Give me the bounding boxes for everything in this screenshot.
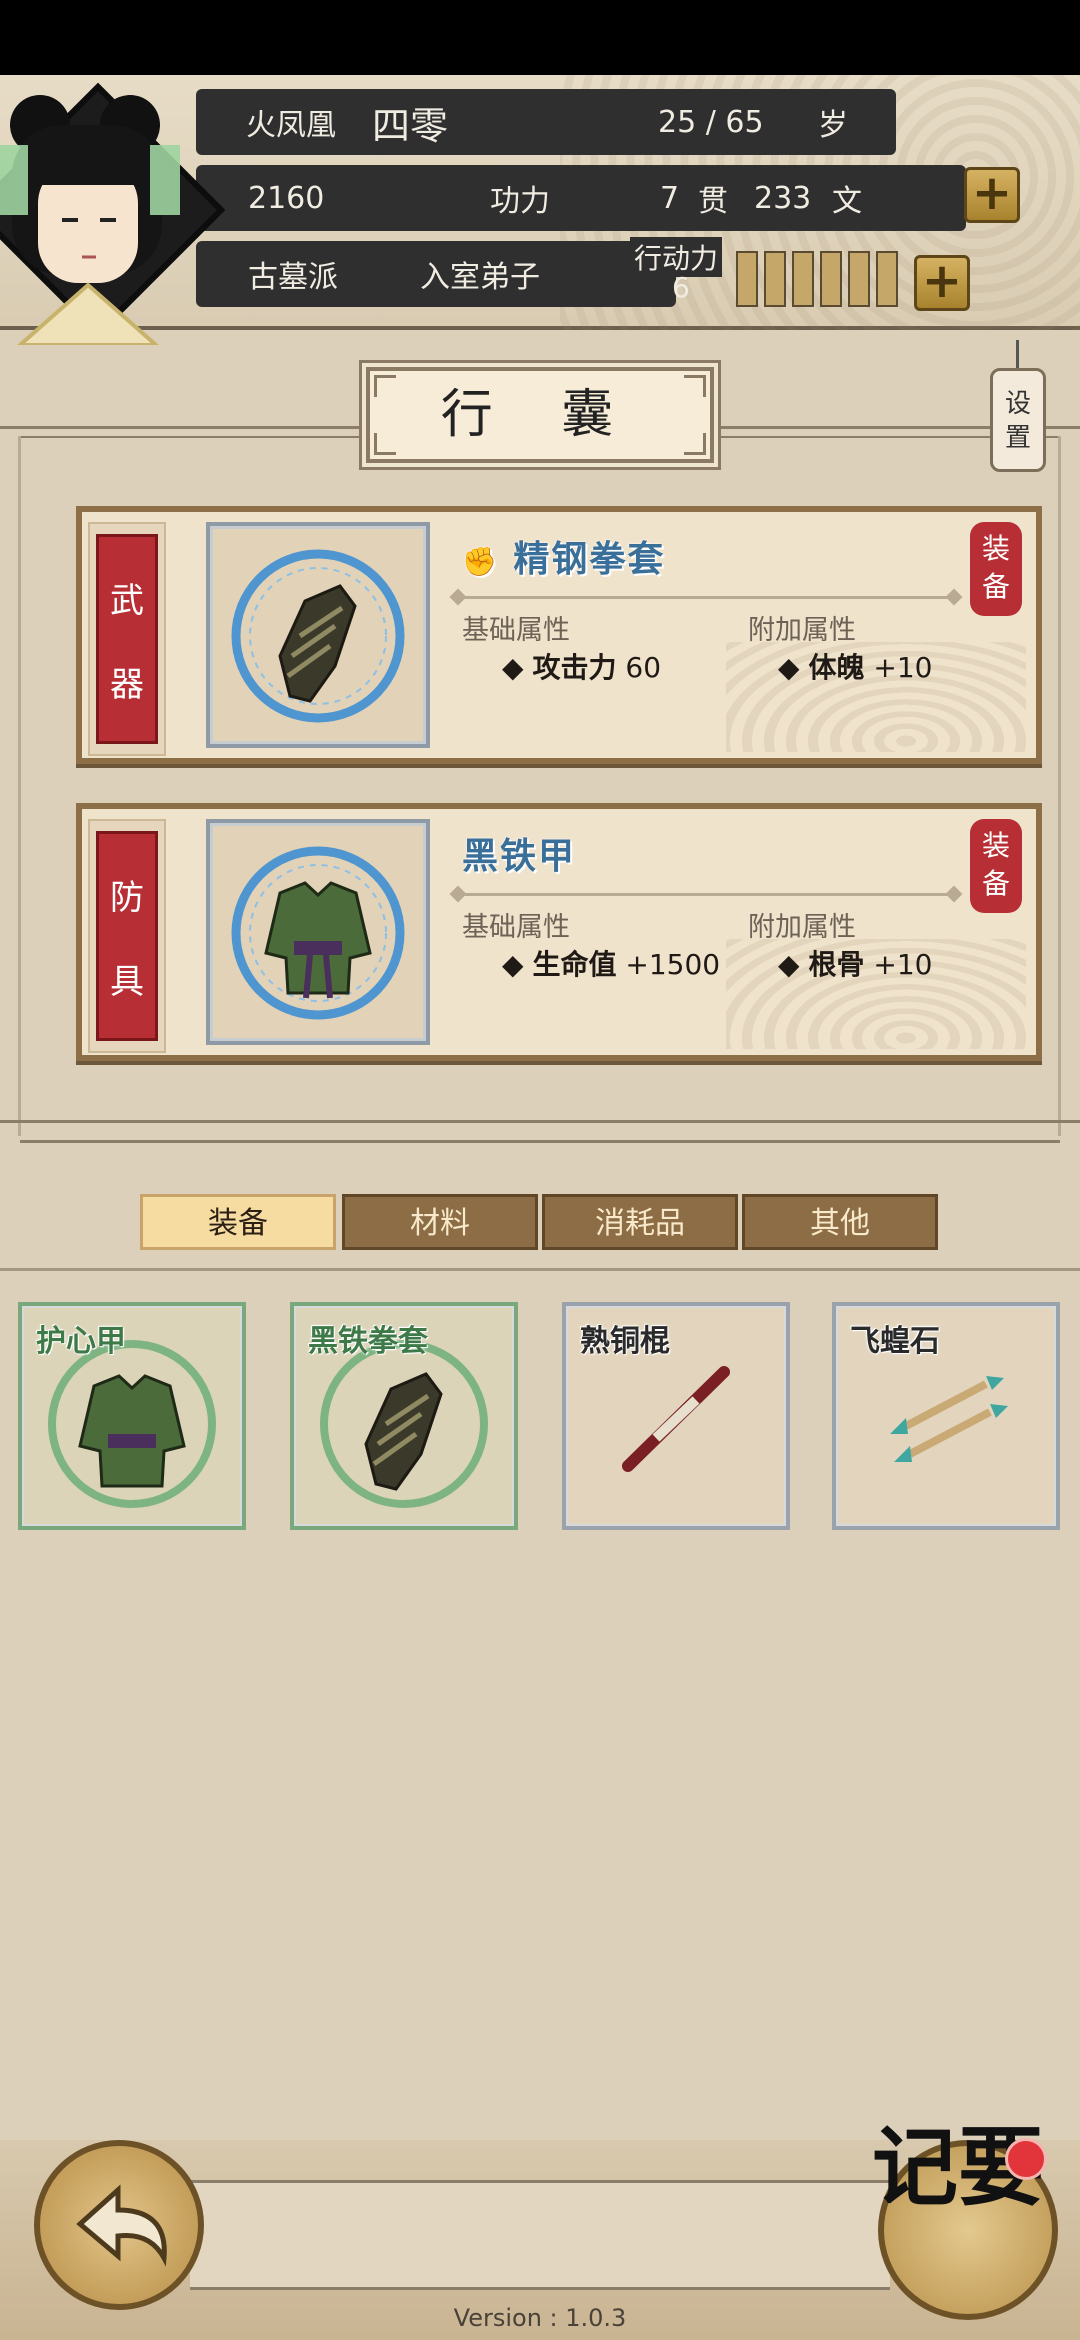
title-corner: [684, 375, 706, 397]
page-title-text: 行 囊: [440, 385, 640, 445]
money-guan: 7: [660, 180, 680, 216]
sect-name: 古墓派: [248, 260, 338, 295]
tab-divider: [0, 1268, 1080, 1271]
frame-left: [18, 436, 21, 1136]
frame-bottom-line-2: [20, 1140, 1060, 1143]
settings-button[interactable]: 设 置: [990, 368, 1046, 472]
frame-right: [1058, 436, 1061, 1136]
slot-label-char: 武: [110, 580, 144, 621]
stamina-cell: [736, 251, 758, 307]
stamina-value: 6: [672, 271, 690, 304]
character-name: 火凤凰: [246, 108, 336, 143]
slot-tag-weapon: 武 器: [96, 534, 158, 744]
version-label: Version : 1.0.3: [453, 2304, 627, 2332]
extra-attr-number: +10: [873, 651, 933, 684]
avatar[interactable]: [0, 85, 210, 345]
extra-attr-value: ◆ 体魄 +10: [778, 646, 932, 686]
diamond-bullet-icon: ◆: [778, 651, 800, 684]
back-button[interactable]: [34, 2140, 204, 2310]
money-guan-unit: 贯: [698, 184, 728, 219]
extra-attr-heading: 附加属性: [748, 615, 856, 646]
character-title: 四零: [372, 103, 449, 148]
inventory-item-name: 护心甲: [36, 1324, 126, 1359]
power-value: 2160: [248, 180, 325, 216]
bottom-scroll-bar: [190, 2180, 890, 2290]
equipped-stamp: 装备: [970, 819, 1022, 913]
base-attr-heading: 基础属性: [462, 912, 570, 943]
name-bar: 火凤凰 四零 25 / 65 岁: [196, 89, 896, 155]
extra-attr-key: 体魄: [808, 651, 865, 684]
frame-bottom-line: [0, 1120, 1080, 1123]
base-attr-number: +1500: [625, 948, 721, 981]
add-money-button[interactable]: +: [964, 167, 1020, 223]
equipped-weapon-name-text: 精钢拳套: [513, 538, 666, 580]
sect-rank: 入室弟子: [420, 260, 540, 295]
equipped-armor-name: 黑铁甲: [462, 835, 577, 877]
tab-materials[interactable]: 材料: [342, 1194, 538, 1250]
inventory-item[interactable]: 熟铜棍: [562, 1302, 790, 1530]
inventory-item[interactable]: 飞蝗石: [832, 1302, 1060, 1530]
gauntlet-icon: [231, 549, 405, 723]
extra-attr-heading: 附加属性: [748, 912, 856, 943]
equipped-weapon-name: ✊ 精钢拳套: [462, 530, 665, 582]
money-wen-unit: 文: [832, 184, 862, 219]
stamina-cell: [876, 251, 898, 307]
sect-bar: 古墓派 入室弟子: [196, 241, 676, 307]
diamond-bullet-icon: ◆: [502, 948, 524, 981]
inventory-item[interactable]: 护心甲: [18, 1302, 246, 1530]
money-wen: 233: [754, 180, 812, 216]
slot-label-char: 防: [110, 877, 144, 918]
slot-label-char: 具: [110, 961, 144, 1002]
equipped-stamp: 装备: [970, 522, 1022, 616]
title-corner: [374, 433, 396, 455]
power-bar: 2160 功力 7 贯 233 文: [196, 165, 966, 231]
stamina-cell: [848, 251, 870, 307]
status-bar: [0, 0, 1080, 75]
attribute-divider: [458, 893, 954, 896]
stamina-cell: [764, 251, 786, 307]
diamond-bullet-icon: ◆: [502, 651, 524, 684]
extra-attr-key: 根骨: [808, 948, 865, 981]
inventory-item-name: 飞蝗石: [850, 1324, 940, 1359]
fist-icon: ✊: [462, 545, 499, 578]
settings-string: [1016, 340, 1019, 370]
age-unit: 岁: [818, 108, 848, 143]
inventory-item-name: 黑铁拳套: [308, 1324, 428, 1359]
tab-other[interactable]: 其他: [742, 1194, 938, 1250]
add-stamina-button[interactable]: +: [914, 255, 970, 311]
power-label: 功力: [490, 184, 550, 219]
slot-label-char: 器: [110, 664, 144, 705]
title-corner: [684, 433, 706, 455]
equipped-weapon-card[interactable]: 武 器 ✊ 精钢拳套 基础属性 附加属性 ◆ 攻击力 60 ◆ 体魄 +10 装…: [76, 506, 1042, 764]
back-arrow-icon: [76, 2184, 167, 2267]
title-corner: [374, 375, 396, 397]
equipped-armor-card[interactable]: 防 具 黑铁甲 基础属性 附加属性 ◆ 生命值 +1500 ◆ 根骨 +10 装…: [76, 803, 1042, 1061]
base-attr-value: ◆ 攻击力 60: [502, 646, 661, 686]
extra-attr-number: +10: [873, 948, 933, 981]
armor-icon: [231, 846, 405, 1020]
stamina-gauge: [736, 251, 906, 307]
equipped-armor-slot[interactable]: [206, 819, 430, 1045]
tab-consumables[interactable]: 消耗品: [542, 1194, 738, 1250]
stamina-cell: [792, 251, 814, 307]
slot-tag-armor: 防 具: [96, 831, 158, 1041]
base-attr-number: 60: [625, 651, 662, 684]
base-attr-key: 攻击力: [532, 651, 617, 684]
inventory-item[interactable]: 黑铁拳套: [290, 1302, 518, 1530]
stamina-cell: [820, 251, 842, 307]
base-attr-key: 生命值: [532, 948, 617, 981]
inventory-item-name: 熟铜棍: [580, 1324, 670, 1359]
diamond-bullet-icon: ◆: [778, 948, 800, 981]
base-attr-value: ◆ 生命值 +1500: [502, 943, 720, 983]
attribute-divider: [458, 596, 954, 599]
notification-dot: [1005, 2138, 1047, 2180]
tab-equipment[interactable]: 装备: [140, 1194, 336, 1250]
page-title: 行 囊: [366, 367, 714, 463]
equipped-weapon-slot[interactable]: [206, 522, 430, 748]
extra-attr-value: ◆ 根骨 +10: [778, 943, 932, 983]
base-attr-heading: 基础属性: [462, 615, 570, 646]
age-value: 25 / 65: [658, 104, 764, 140]
